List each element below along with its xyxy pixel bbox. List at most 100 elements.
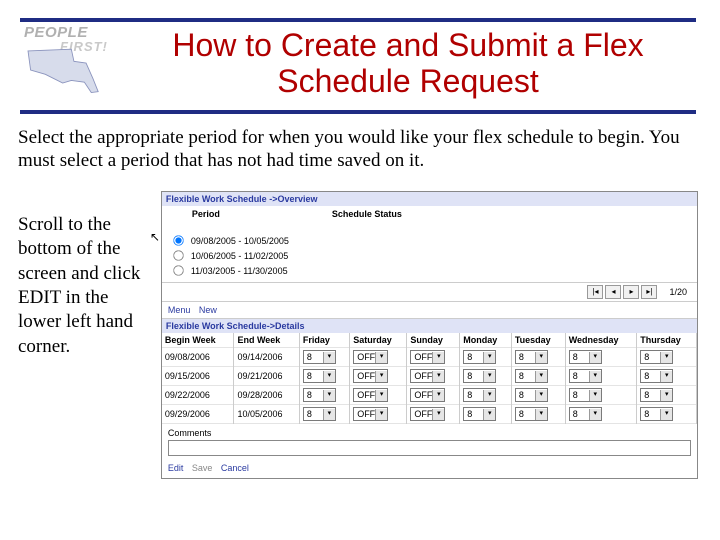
col-wednesday: Wednesday xyxy=(565,333,637,348)
chevron-down-icon: ▾ xyxy=(323,352,335,363)
chevron-down-icon: ▾ xyxy=(589,409,601,420)
table-row: 09/15/200609/21/20068▾OFF▾OFF▾8▾8▾8▾8▾ xyxy=(162,367,697,386)
hours-select[interactable]: 8▾ xyxy=(640,388,673,402)
hours-select[interactable]: 8▾ xyxy=(515,369,548,383)
period-list: ↖ 09/08/2005 - 10/05/2005 10/06/2005 - 1… xyxy=(162,221,697,282)
hours-select[interactable]: 8▾ xyxy=(303,407,336,421)
hours-select[interactable]: 8▾ xyxy=(515,388,548,402)
col-monday: Monday xyxy=(460,333,512,348)
chevron-down-icon: ▾ xyxy=(483,371,495,382)
new-link[interactable]: New xyxy=(199,305,217,315)
hours-select[interactable]: OFF▾ xyxy=(353,388,388,402)
pager-last-button[interactable]: ▸| xyxy=(641,285,657,299)
chevron-down-icon: ▾ xyxy=(660,390,672,401)
cancel-link[interactable]: Cancel xyxy=(221,463,249,473)
day-cell: 8▾ xyxy=(460,405,512,424)
day-cell: 8▾ xyxy=(565,386,637,405)
hours-value: 8 xyxy=(519,409,535,419)
logo: PEOPLE FIRST! xyxy=(18,22,128,101)
hours-select[interactable]: OFF▾ xyxy=(353,369,388,383)
lead-paragraph: Select the appropriate period for when y… xyxy=(18,126,698,174)
chevron-down-icon: ▾ xyxy=(483,390,495,401)
hours-value: 8 xyxy=(644,352,660,362)
period-label: 09/08/2005 - 10/05/2005 xyxy=(191,236,289,246)
hours-select[interactable]: 8▾ xyxy=(569,407,602,421)
table-row: 09/29/200610/05/20068▾OFF▾OFF▾8▾8▾8▾8▾ xyxy=(162,405,697,424)
hours-select[interactable]: OFF▾ xyxy=(410,369,445,383)
end-week: 09/21/2006 xyxy=(234,367,299,386)
save-link: Save xyxy=(192,463,213,473)
hours-value: 8 xyxy=(467,352,483,362)
hours-value: 8 xyxy=(573,390,589,400)
day-cell: OFF▾ xyxy=(407,386,460,405)
hours-select[interactable]: 8▾ xyxy=(303,369,336,383)
hours-select[interactable]: 8▾ xyxy=(569,388,602,402)
col-tuesday: Tuesday xyxy=(511,333,565,348)
hours-value: 8 xyxy=(307,371,323,381)
period-row[interactable]: 09/08/2005 - 10/05/2005 xyxy=(172,233,693,248)
day-cell: 8▾ xyxy=(299,367,349,386)
hours-select[interactable]: 8▾ xyxy=(303,350,336,364)
col-sunday: Sunday xyxy=(407,333,460,348)
end-week: 10/05/2006 xyxy=(234,405,299,424)
chevron-down-icon: ▾ xyxy=(323,371,335,382)
hours-select[interactable]: OFF▾ xyxy=(353,407,388,421)
hours-select[interactable]: OFF▾ xyxy=(353,350,388,364)
hours-select[interactable]: 8▾ xyxy=(569,350,602,364)
col-period: Period xyxy=(192,209,332,219)
comments-input[interactable] xyxy=(168,440,691,456)
hours-select[interactable]: 8▾ xyxy=(640,369,673,383)
florida-icon xyxy=(22,44,112,96)
chevron-down-icon: ▾ xyxy=(432,390,444,401)
body-row: Scroll to the bottom of the screen and c… xyxy=(18,187,698,479)
hours-value: 8 xyxy=(573,352,589,362)
day-cell: 8▾ xyxy=(511,405,565,424)
hours-select[interactable]: 8▾ xyxy=(463,369,496,383)
hours-select[interactable]: OFF▾ xyxy=(410,407,445,421)
hours-select[interactable]: 8▾ xyxy=(569,369,602,383)
chevron-down-icon: ▾ xyxy=(432,352,444,363)
period-radio[interactable] xyxy=(173,235,183,245)
hours-select[interactable]: 8▾ xyxy=(640,407,673,421)
hours-select[interactable]: 8▾ xyxy=(515,407,548,421)
period-radio[interactable] xyxy=(173,250,183,260)
hours-select[interactable]: OFF▾ xyxy=(410,388,445,402)
hours-select[interactable]: 8▾ xyxy=(463,407,496,421)
col-thursday: Thursday xyxy=(637,333,697,348)
day-cell: OFF▾ xyxy=(350,367,407,386)
day-cell: 8▾ xyxy=(637,386,697,405)
chevron-down-icon: ▾ xyxy=(535,409,547,420)
period-label: 10/06/2005 - 11/02/2005 xyxy=(191,251,288,261)
period-row[interactable]: 10/06/2005 - 11/02/2005 xyxy=(172,248,693,263)
period-row[interactable]: 11/03/2005 - 11/30/2005 xyxy=(172,263,693,278)
chevron-down-icon: ▾ xyxy=(535,352,547,363)
hours-select[interactable]: 8▾ xyxy=(515,350,548,364)
hours-value: OFF xyxy=(357,390,375,400)
hours-value: OFF xyxy=(414,352,432,362)
col-saturday: Saturday xyxy=(350,333,407,348)
hours-value: 8 xyxy=(644,409,660,419)
menu-link[interactable]: Menu xyxy=(168,305,191,315)
period-radio[interactable] xyxy=(173,265,183,275)
hours-select[interactable]: OFF▾ xyxy=(410,350,445,364)
hours-select[interactable]: 8▾ xyxy=(640,350,673,364)
hours-value: OFF xyxy=(414,409,432,419)
begin-week: 09/22/2006 xyxy=(162,386,234,405)
hours-select[interactable]: 8▾ xyxy=(303,388,336,402)
details-header: Flexible Work Schedule->Details xyxy=(162,319,697,333)
hours-value: OFF xyxy=(357,352,375,362)
chevron-down-icon: ▾ xyxy=(323,390,335,401)
pager-first-button[interactable]: |◂ xyxy=(587,285,603,299)
begin-week: 09/08/2006 xyxy=(162,348,234,367)
day-cell: OFF▾ xyxy=(350,405,407,424)
hours-select[interactable]: 8▾ xyxy=(463,388,496,402)
period-label: 11/03/2005 - 11/30/2005 xyxy=(191,266,288,276)
footer-links: Edit Save Cancel xyxy=(162,460,697,478)
pager-next-button[interactable]: ▸ xyxy=(623,285,639,299)
col-friday: Friday xyxy=(299,333,349,348)
chevron-down-icon: ▾ xyxy=(375,409,387,420)
pager-prev-button[interactable]: ◂ xyxy=(605,285,621,299)
edit-link[interactable]: Edit xyxy=(168,463,184,473)
chevron-down-icon: ▾ xyxy=(483,409,495,420)
hours-select[interactable]: 8▾ xyxy=(463,350,496,364)
